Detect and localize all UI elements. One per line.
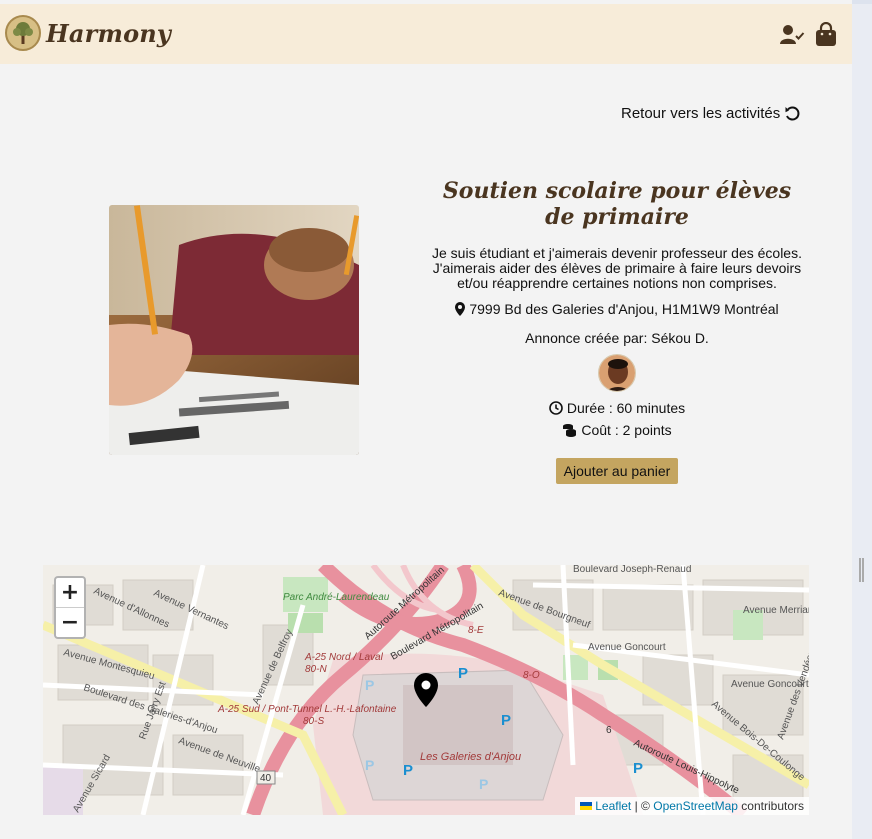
map-route-40: 40 bbox=[260, 773, 272, 784]
undo-icon bbox=[785, 106, 800, 121]
add-to-cart-button[interactable]: Ajouter au panier bbox=[555, 458, 679, 484]
address-text: 7999 Bd des Galeries d'Anjou, H1M1W9 Mon… bbox=[469, 301, 779, 317]
activity-cost: Coût : 2 points bbox=[418, 422, 816, 438]
map-label-a25-sud: A-25 Sud / Pont-Tunnel L.-H.-Lafontaine bbox=[217, 704, 397, 715]
map-label-8o: 8-O bbox=[523, 670, 540, 681]
map-label-parc: Parc André-Laurendeau bbox=[283, 592, 390, 603]
location-map[interactable]: P P P P P P P Parc André-Laurendeau Boul… bbox=[43, 565, 809, 815]
back-link-label: Retour vers les activités bbox=[621, 105, 781, 122]
map-zoom-control: + − bbox=[54, 576, 86, 639]
openstreetmap-link[interactable]: OpenStreetMap bbox=[653, 799, 738, 813]
attribution-contributors: contributors bbox=[741, 799, 804, 813]
activity-description: Je suis étudiant et j'aimerais devenir p… bbox=[432, 245, 802, 291]
cost-text: Coût : 2 points bbox=[581, 422, 672, 438]
map-parking-label: P bbox=[458, 665, 468, 682]
map-label-galeries: Les Galeries d'Anjou bbox=[420, 751, 521, 763]
map-label-joseph: Boulevard Joseph-Renaud bbox=[573, 565, 691, 575]
map-label-a25-nord: A-25 Nord / Laval bbox=[304, 652, 384, 663]
map-parking-label: P bbox=[403, 762, 413, 779]
map-label-80n: 80-N bbox=[305, 664, 327, 675]
map-label-merriam: Avenue Merriam bbox=[743, 605, 809, 616]
page: Harmony Retour vers les activités Soutie… bbox=[0, 0, 852, 839]
activity-creator: Annonce créée par: Sékou D. bbox=[418, 330, 816, 346]
navbar: Harmony bbox=[0, 4, 852, 64]
activity-address: 7999 Bd des Galeries d'Anjou, H1M1W9 Mon… bbox=[418, 301, 816, 317]
map-label-goncourt-1: Avenue Goncourt bbox=[588, 642, 666, 653]
map-route-6: 6 bbox=[606, 725, 612, 736]
brand-name[interactable]: Harmony bbox=[46, 19, 171, 48]
activity-details: Soutien scolaire pour élèves de primaire… bbox=[418, 178, 816, 484]
map-attribution: Leaflet | © OpenStreetMap contributors bbox=[575, 797, 809, 815]
user-check-icon[interactable] bbox=[779, 22, 805, 48]
clock-icon bbox=[549, 401, 563, 415]
creator-text: Annonce créée par: Sékou D. bbox=[525, 330, 709, 346]
coins-icon bbox=[563, 424, 577, 437]
map-parking-label: P bbox=[365, 757, 374, 773]
zoom-in-button[interactable]: + bbox=[56, 578, 84, 608]
map-marker-icon bbox=[455, 302, 466, 316]
shopping-bag-icon[interactable] bbox=[814, 21, 840, 48]
activity-photo bbox=[109, 205, 359, 455]
back-to-activities-link[interactable]: Retour vers les activités bbox=[621, 105, 801, 122]
duration-text: Durée : 60 minutes bbox=[566, 400, 686, 416]
map-parking-label: P bbox=[501, 712, 511, 729]
activity-duration: Durée : 60 minutes bbox=[418, 400, 816, 416]
attribution-separator: | © bbox=[634, 799, 650, 813]
map-parking-label: P bbox=[365, 677, 374, 693]
resize-handle[interactable] bbox=[859, 558, 864, 582]
zoom-out-button[interactable]: − bbox=[56, 608, 84, 638]
creator-avatar[interactable] bbox=[598, 354, 636, 392]
leaflet-link[interactable]: Leaflet bbox=[595, 799, 631, 813]
tree-logo[interactable] bbox=[5, 15, 41, 51]
activity-title: Soutien scolaire pour élèves de primaire bbox=[442, 178, 792, 230]
map-label-80s: 80-S bbox=[303, 716, 324, 727]
ukraine-flag-icon bbox=[580, 802, 593, 810]
map-label-8e: 8-E bbox=[468, 625, 484, 636]
map-parking-label: P bbox=[479, 776, 488, 792]
map-parking-label: P bbox=[633, 760, 643, 777]
